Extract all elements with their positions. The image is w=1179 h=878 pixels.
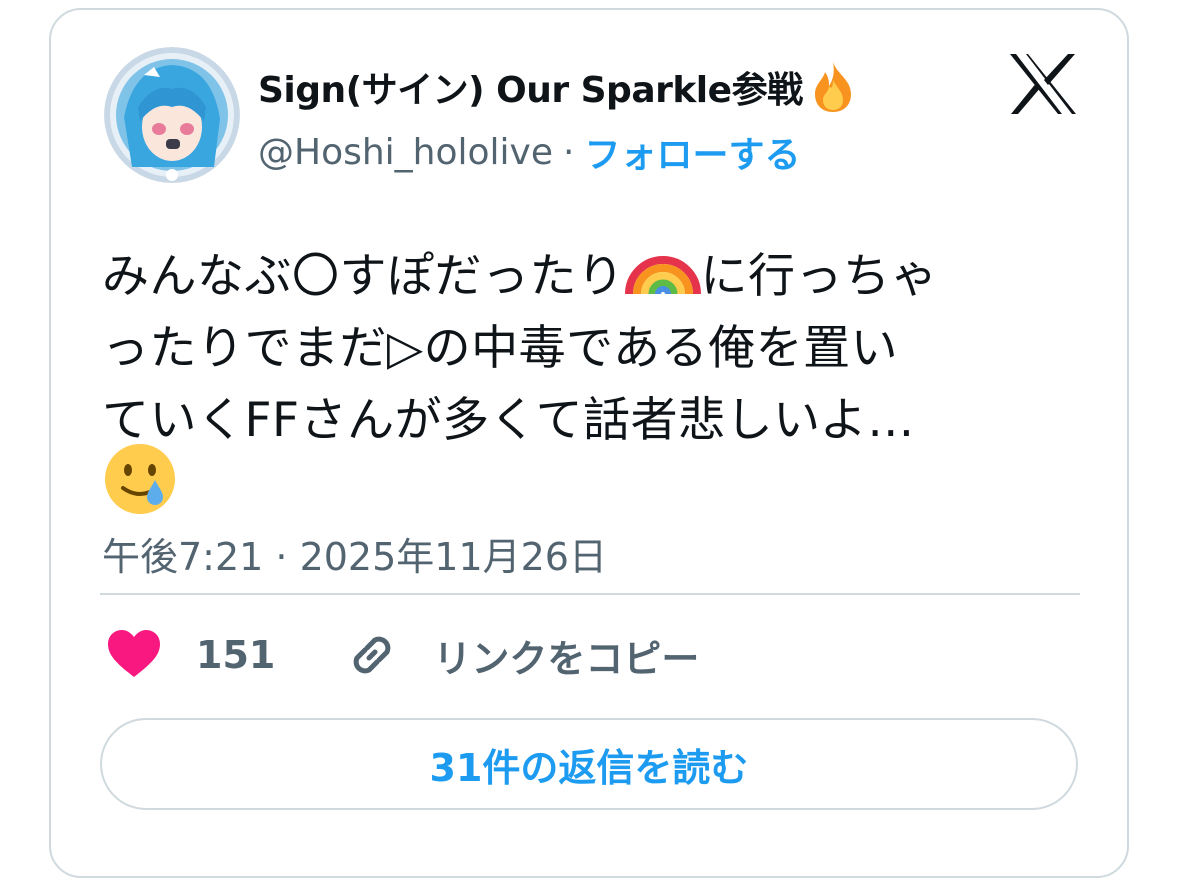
display-name[interactable]: Sign(サイン) Our Sparkle参戦 [258, 61, 803, 113]
fire-emoji-icon [807, 60, 859, 114]
heart-icon[interactable] [106, 627, 162, 683]
rainbow-emoji-icon [624, 224, 701, 300]
tweet-text: みんなぶ〇すぽだったり に行っちゃ ったりでまだ▷の中毒である俺を置い ていくFF… [102, 224, 1092, 457]
smiling-face-with-tear-emoji-icon [103, 442, 177, 516]
tweet-text-line1b: に行っちゃ [700, 249, 938, 304]
follow-link[interactable]: フォローする [584, 126, 800, 178]
copy-link-button[interactable]: リンクをコピー [433, 628, 699, 683]
action-bar: 151 リンクをコピー [106, 627, 699, 683]
separator-dot: · [563, 131, 575, 173]
read-replies-label: 31件の返信を読む [429, 745, 749, 790]
avatar[interactable] [104, 47, 240, 183]
tweet-text-line2: ったりでまだ▷の中毒である俺を置い [102, 321, 899, 376]
link-icon[interactable] [345, 628, 399, 682]
tweet-text-line1a: みんなぶ〇すぽだったり [102, 249, 625, 304]
like-count[interactable]: 151 [196, 633, 275, 677]
read-replies-button[interactable]: 31件の返信を読む [100, 718, 1078, 810]
handle-row: @Hoshi_hololive · フォローする [258, 126, 800, 178]
divider [100, 593, 1080, 595]
tweet-text-line3: ていくFFさんが多くて話者悲しいよ… [102, 393, 915, 448]
display-name-row[interactable]: Sign(サイン) Our Sparkle参戦 [258, 60, 859, 114]
tweet-timestamp[interactable]: 午後7:21 · 2025年11月26日 [102, 526, 607, 581]
x-logo-icon[interactable] [1008, 52, 1078, 116]
user-handle[interactable]: @Hoshi_hololive [258, 132, 553, 173]
